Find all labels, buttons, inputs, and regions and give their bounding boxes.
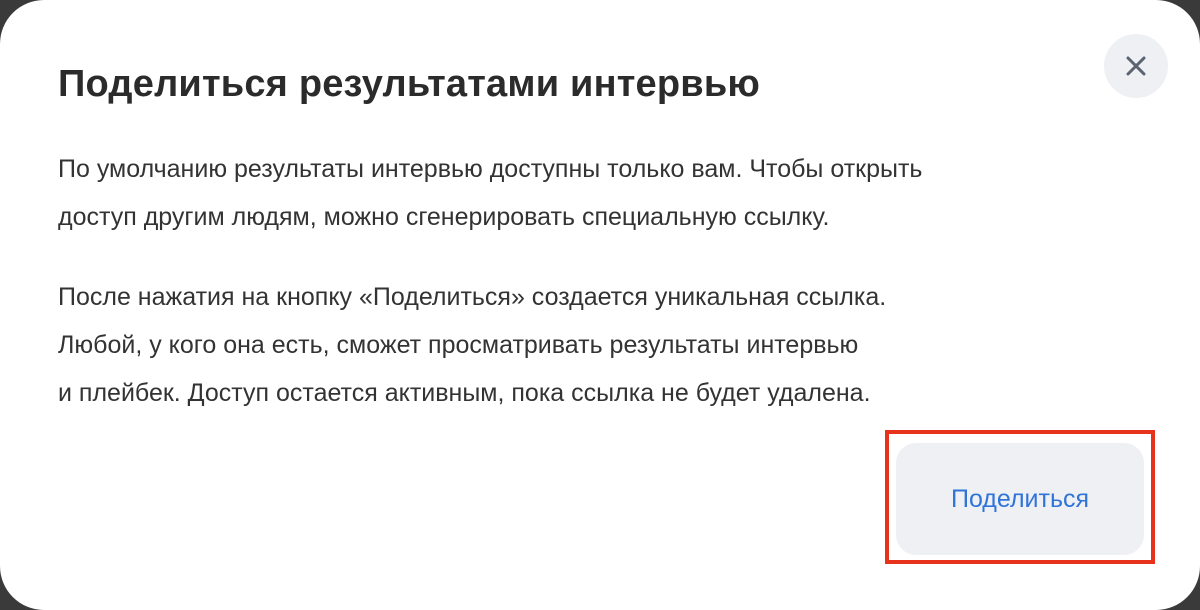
share-dialog: Поделиться результатами интервью По умол… — [0, 0, 1200, 610]
close-icon — [1124, 54, 1148, 78]
description-paragraph-1: По умолчанию результаты интервью доступн… — [58, 145, 1138, 241]
paragraph-2-line: После нажатия на кнопку «Поделиться» соз… — [58, 283, 887, 311]
description-paragraph-2: После нажатия на кнопку «Поделиться» соз… — [58, 273, 1138, 417]
dialog-title: Поделиться результатами интервью — [58, 63, 761, 105]
close-button[interactable] — [1104, 34, 1168, 98]
paragraph-1-line: По умолчанию результаты интервью доступн… — [58, 155, 923, 183]
paragraph-2-line: Любой, у кого она есть, сможет просматри… — [58, 331, 859, 359]
paragraph-2-line: и плейбек. Доступ остается активным, пок… — [58, 379, 871, 407]
paragraph-1-line: доступ другим людям, можно сгенерировать… — [58, 203, 830, 231]
highlight-annotation — [885, 430, 1155, 564]
